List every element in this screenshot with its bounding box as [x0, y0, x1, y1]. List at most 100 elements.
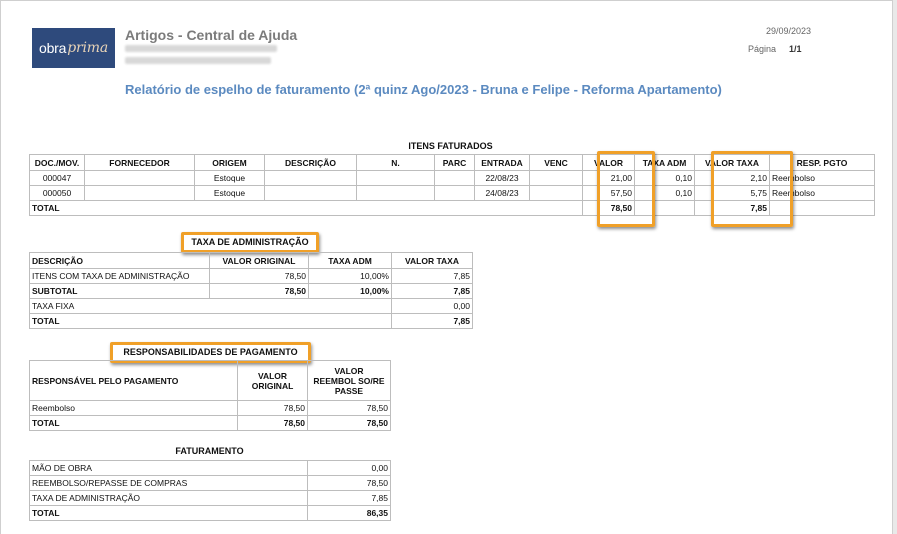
cell-venc — [529, 170, 583, 186]
taxa-fixa-label: TAXA FIXA — [29, 298, 392, 314]
empty-cell — [769, 200, 875, 216]
cell-n — [356, 185, 435, 201]
cell-responsavel: Reembolso — [29, 400, 238, 416]
cell-venc — [529, 185, 583, 201]
cell-valor: 57,50 — [582, 185, 635, 201]
table-total-row: TOTAL 78,50 7,85 — [29, 200, 875, 216]
column-header: N. — [356, 154, 435, 171]
cell-descricao: SUBTOTAL — [29, 283, 210, 299]
cell-valor-original: 78,50 — [237, 400, 308, 416]
total-label: TOTAL — [29, 200, 583, 216]
table-row: 000050 Estoque 24/08/23 57,50 0,10 5,75 … — [29, 185, 875, 201]
column-header: TAXA ADM — [634, 154, 695, 171]
cell-value: 78,50 — [307, 475, 391, 491]
table-header-row: DESCRIÇÃO VALOR ORIGINAL TAXA ADM VALOR … — [29, 252, 473, 269]
cell-doc: 000047 — [29, 170, 85, 186]
logo-text-obra: obra — [39, 40, 67, 56]
cell-label: REEMBOLSO/REPASSE DE COMPRAS — [29, 475, 308, 491]
page-title: Artigos - Central de Ajuda — [125, 27, 298, 43]
column-header: VALOR — [582, 154, 635, 171]
column-header: VALOR ORIGINAL — [237, 360, 308, 401]
cell-valor-taxa: 7,85 — [391, 268, 473, 284]
header-line: ORIGINAL — [251, 380, 294, 391]
column-header: DESCRIÇÃO — [29, 252, 210, 269]
cell-valor-reembolso: 78,50 — [307, 400, 391, 416]
column-header: PARC — [434, 154, 475, 171]
column-header: ENTRADA — [474, 154, 530, 171]
column-header: VALOR TAXA — [694, 154, 770, 171]
column-header: VALOR ORIGINAL — [209, 252, 309, 269]
itens-faturados-table: DOC./MOV. FORNECEDOR ORIGEM DESCRIÇÃO N.… — [29, 154, 875, 216]
column-header: DOC./MOV. — [29, 154, 85, 171]
cell-origem: Estoque — [194, 170, 265, 186]
taxa-administracao-title: TAXA DE ADMINISTRAÇÃO — [181, 232, 319, 253]
table-row: 000047 Estoque 22/08/23 21,00 0,10 2,10 … — [29, 170, 875, 186]
responsabilidades-table: RESPONSÁVEL PELO PAGAMENTO VALOR ORIGINA… — [29, 360, 391, 431]
total-label: TOTAL — [29, 415, 238, 431]
total-valor-reembolso: 78,50 — [307, 415, 391, 431]
table-header-row: DOC./MOV. FORNECEDOR ORIGEM DESCRIÇÃO N.… — [29, 154, 875, 171]
column-header: TAXA ADM — [308, 252, 392, 269]
faturamento-title: FATURAMENTO — [175, 446, 244, 456]
faturamento-table: MÃO DE OBRA 0,00 REEMBOLSO/REPASSE DE CO… — [29, 460, 391, 521]
column-header: FORNECEDOR — [84, 154, 195, 171]
report-date: 29/09/2023 — [766, 26, 812, 36]
cell-label: TAXA DE ADMINISTRAÇÃO — [29, 490, 308, 506]
cell-parc — [434, 185, 475, 201]
cell-taxa-adm: 0,10 — [634, 185, 695, 201]
cell-parc — [434, 170, 475, 186]
redacted-line — [125, 45, 277, 52]
table-header-row: RESPONSÁVEL PELO PAGAMENTO VALOR ORIGINA… — [29, 360, 391, 401]
cell-resp-pgto: Reembolso — [769, 170, 875, 186]
cell-entrada: 22/08/23 — [474, 170, 530, 186]
total-valor-taxa: 7,85 — [694, 200, 770, 216]
header-line: REEMBOL SO/RE — [313, 375, 385, 386]
cell-descricao: ITENS COM TAXA DE ADMINISTRAÇÃO — [29, 268, 210, 284]
cell-valor-original: 78,50 — [209, 283, 309, 299]
total-label: TOTAL — [29, 505, 308, 521]
table-total-row: TOTAL 78,50 78,50 — [29, 415, 391, 431]
total-value: 7,85 — [391, 313, 473, 329]
column-header: DESCRIÇÃO — [264, 154, 357, 171]
total-value: 86,35 — [307, 505, 391, 521]
column-header: RESP. PGTO — [769, 154, 875, 171]
total-valor-original: 78,50 — [237, 415, 308, 431]
itens-faturados-title: ITENS FATURADOS — [408, 141, 493, 151]
total-valor: 78,50 — [582, 200, 635, 216]
report-page: obra prima Artigos - Central de Ajuda 29/… — [0, 0, 893, 534]
page-number: 1/1 — [789, 44, 802, 54]
cell-entrada: 24/08/23 — [474, 185, 530, 201]
table-row: Reembolso 78,50 78,50 — [29, 400, 391, 416]
obra-prima-logo: obra prima — [32, 28, 115, 68]
header-line: VALOR — [334, 365, 364, 376]
empty-cell — [634, 200, 695, 216]
page-label: Página — [748, 44, 777, 54]
cell-valor-taxa: 2,10 — [694, 170, 770, 186]
cell-label: MÃO DE OBRA — [29, 460, 308, 476]
column-header: VALOR REEMBOL SO/RE PASSE — [307, 360, 391, 401]
cell-descricao — [264, 185, 357, 201]
header-line: VALOR — [257, 370, 288, 381]
table-row: TAXA DE ADMINISTRAÇÃO 7,85 — [29, 490, 391, 506]
cell-taxa-adm: 10,00% — [308, 283, 392, 299]
taxa-administracao-table: DESCRIÇÃO VALOR ORIGINAL TAXA ADM VALOR … — [29, 252, 473, 329]
column-header: VALOR TAXA — [391, 252, 473, 269]
table-row: SUBTOTAL 78,50 10,00% 7,85 — [29, 283, 473, 299]
cell-fornecedor — [84, 170, 195, 186]
column-header: RESPONSÁVEL PELO PAGAMENTO — [29, 360, 238, 401]
cell-value: 0,00 — [307, 460, 391, 476]
cell-value: 7,85 — [307, 490, 391, 506]
header-line: PASSE — [334, 385, 364, 396]
report-title: Relatório de espelho de faturamento (2ª … — [125, 82, 722, 97]
cell-valor-taxa: 5,75 — [694, 185, 770, 201]
table-total-row: TOTAL 86,35 — [29, 505, 391, 521]
column-header: ORIGEM — [194, 154, 265, 171]
cell-n — [356, 170, 435, 186]
cell-resp-pgto: Reembolso — [769, 185, 875, 201]
column-header: VENC — [529, 154, 583, 171]
taxa-fixa-value: 0,00 — [391, 298, 473, 314]
cell-descricao — [264, 170, 357, 186]
cell-doc: 000050 — [29, 185, 85, 201]
table-row: REEMBOLSO/REPASSE DE COMPRAS 78,50 — [29, 475, 391, 491]
cell-origem: Estoque — [194, 185, 265, 201]
